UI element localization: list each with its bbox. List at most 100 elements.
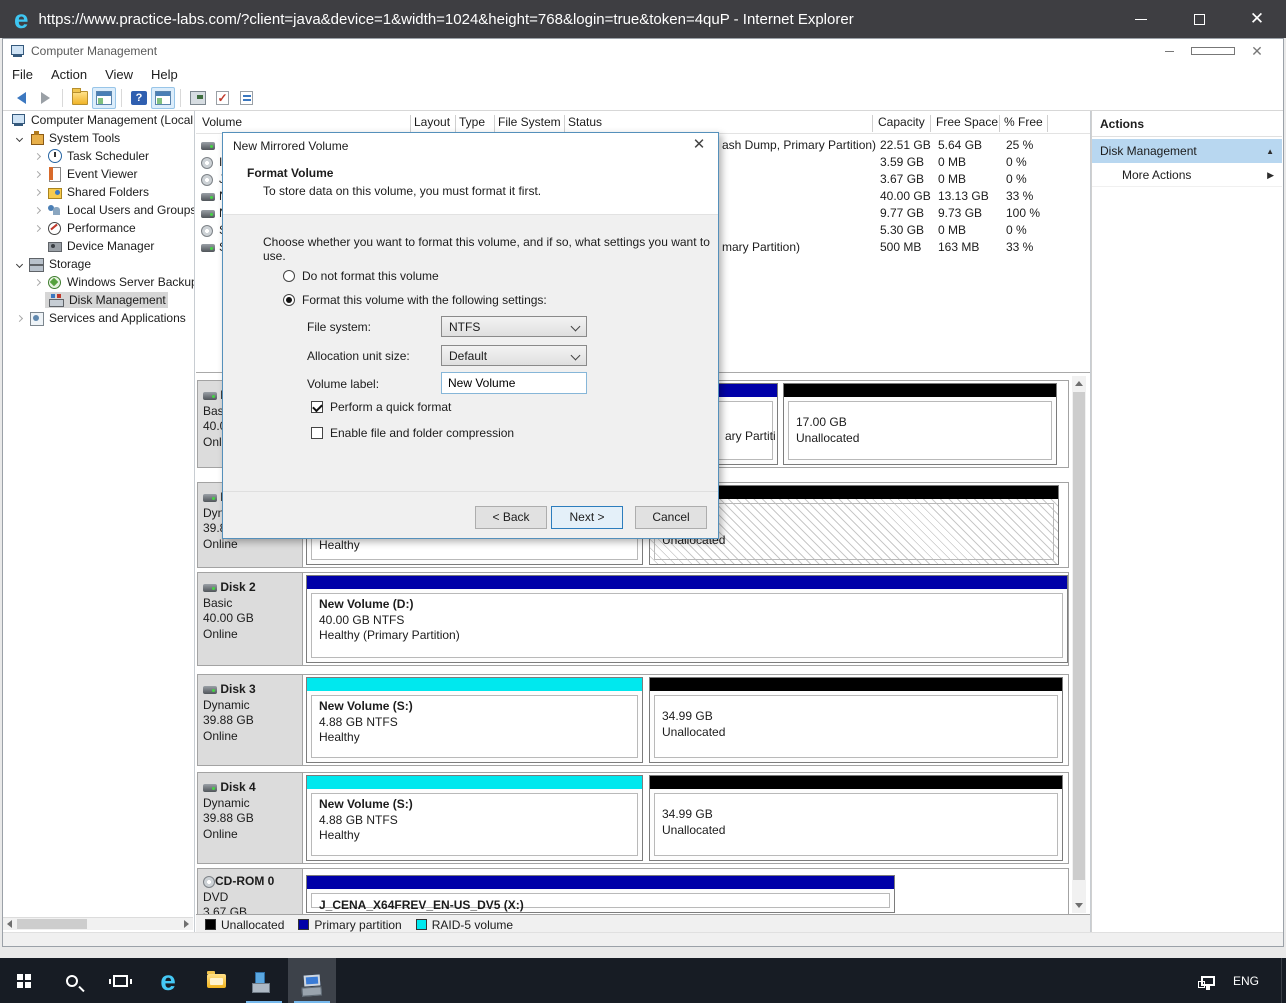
volume-block[interactable]: New Volume (S:) 4.88 GB NTFS Healthy xyxy=(306,677,643,763)
checkbox-icon[interactable] xyxy=(311,427,323,439)
console-options-icon[interactable] xyxy=(234,87,258,109)
cancel-button[interactable]: Cancel xyxy=(635,506,707,529)
show-desktop-button[interactable] xyxy=(1281,958,1286,1003)
scroll-right-icon[interactable] xyxy=(180,918,193,930)
legend-primary-partition: Primary partition xyxy=(298,918,401,932)
disk3-header[interactable]: Disk 3 Dynamic 39.88 GB Online xyxy=(198,675,303,765)
ie-close-button[interactable]: ✕ xyxy=(1228,0,1286,38)
volume-block[interactable]: New Volume (D:) 40.00 GB NTFS Healthy (P… xyxy=(306,575,1068,663)
forward-arrow-icon[interactable] xyxy=(33,87,57,109)
menu-file[interactable]: File xyxy=(3,65,42,84)
chevron-expanded-icon[interactable] xyxy=(11,136,27,141)
ie-minimize-button[interactable] xyxy=(1112,0,1170,38)
cdrom0-header[interactable]: CD-ROM 0 DVD 3.67 GB xyxy=(198,869,303,914)
file-system-select[interactable]: NTFS xyxy=(441,316,587,337)
unallocated-block[interactable]: 17.00 GB Unallocated xyxy=(783,383,1057,465)
dialog-titlebar[interactable]: New Mirrored Volume ✕ xyxy=(223,133,718,158)
ie-maximize-button[interactable] xyxy=(1170,0,1228,38)
compression-checkbox[interactable]: Enable file and folder compression xyxy=(311,426,514,440)
chevron-collapsed-icon[interactable] xyxy=(29,172,45,177)
file-explorer-icon[interactable] xyxy=(192,958,240,1003)
scroll-left-icon[interactable] xyxy=(3,918,16,930)
cm-close-button[interactable]: ✕ xyxy=(1235,39,1279,63)
chevron-collapsed-icon[interactable] xyxy=(29,208,45,213)
actions-more-actions[interactable]: More Actions ▶ xyxy=(1092,164,1282,187)
chevron-expanded-icon[interactable] xyxy=(11,262,27,267)
unallocated-block[interactable]: 34.99 GB Unallocated xyxy=(649,775,1063,861)
tree-item-system-tools[interactable]: System Tools xyxy=(3,129,194,147)
radio-icon[interactable] xyxy=(283,270,295,282)
column-free-space[interactable]: Free Space xyxy=(936,115,998,133)
next-button[interactable]: Next > xyxy=(551,506,623,529)
actions-disk-management[interactable]: Disk Management ▲ xyxy=(1092,139,1282,163)
cm-minimize-button[interactable] xyxy=(1147,39,1191,63)
network-icon[interactable] xyxy=(1201,976,1215,986)
standard-check-icon[interactable] xyxy=(210,87,234,109)
column-pct-free[interactable]: % Free xyxy=(1004,115,1043,133)
cd-volume-block[interactable]: J_CENA_X64FREV_EN-US_DV5 (X:) xyxy=(306,875,895,913)
graph-vertical-scrollbar[interactable] xyxy=(1072,376,1086,913)
column-status[interactable]: Status xyxy=(568,115,602,133)
export-icon[interactable] xyxy=(68,87,92,109)
scrollbar-thumb[interactable] xyxy=(17,919,87,929)
column-file-system[interactable]: File System xyxy=(498,115,561,133)
chevron-collapsed-icon[interactable] xyxy=(29,226,45,231)
disk4-header[interactable]: Disk 4 Dynamic 39.88 GB Online xyxy=(198,773,303,863)
allocation-unit-select[interactable]: Default xyxy=(441,345,587,366)
collapse-arrow-icon[interactable]: ▲ xyxy=(1266,147,1274,156)
column-volume[interactable]: Volume xyxy=(202,115,242,133)
language-indicator[interactable]: ENG xyxy=(1233,974,1259,988)
menu-action[interactable]: Action xyxy=(42,65,96,84)
internet-explorer-icon[interactable]: e xyxy=(144,958,192,1003)
radio-do-not-format[interactable]: Do not format this volume xyxy=(283,269,439,283)
back-button[interactable]: < Back xyxy=(475,506,547,529)
tree-horizontal-scrollbar[interactable] xyxy=(3,917,193,930)
chevron-collapsed-icon[interactable] xyxy=(29,190,45,195)
back-arrow-icon[interactable] xyxy=(9,87,33,109)
menu-help[interactable]: Help xyxy=(142,65,187,84)
tree-item-task-scheduler[interactable]: Task Scheduler xyxy=(3,147,194,165)
console-tree-icon[interactable] xyxy=(92,87,116,109)
tree-item-shared-folders[interactable]: Shared Folders xyxy=(3,183,194,201)
task-view-icon[interactable] xyxy=(96,958,144,1003)
column-layout[interactable]: Layout xyxy=(414,115,450,133)
chevron-collapsed-icon[interactable] xyxy=(29,154,45,159)
radio-format-volume[interactable]: Format this volume with the following se… xyxy=(283,293,547,307)
column-type[interactable]: Type xyxy=(459,115,485,133)
tree-item-performance[interactable]: Performance xyxy=(3,219,194,237)
dialog-close-icon[interactable]: ✕ xyxy=(688,135,710,155)
tree-item-services-and-applications[interactable]: Services and Applications xyxy=(3,309,194,327)
search-icon[interactable] xyxy=(48,958,96,1003)
scrollbar-thumb[interactable] xyxy=(1073,392,1085,880)
volume-label-input[interactable] xyxy=(441,372,587,394)
unallocated-block[interactable]: 34.99 GB Unallocated xyxy=(649,677,1063,763)
disk2-header[interactable]: Disk 2 Basic 40.00 GB Online xyxy=(198,573,303,665)
pane-divider[interactable] xyxy=(194,111,195,932)
tree-item-local-users-and-groups[interactable]: Local Users and Groups xyxy=(3,201,194,219)
tree-item-event-viewer[interactable]: Event Viewer xyxy=(3,165,194,183)
allocation-unit-label: Allocation unit size: xyxy=(307,349,410,363)
chevron-collapsed-icon[interactable] xyxy=(11,316,27,321)
checkbox-checked-icon[interactable] xyxy=(311,401,323,413)
start-button[interactable] xyxy=(0,958,48,1003)
cm-restore-button[interactable] xyxy=(1191,39,1235,63)
menu-view[interactable]: View xyxy=(96,65,142,84)
column-capacity[interactable]: Capacity xyxy=(878,115,925,133)
help-icon[interactable]: ? xyxy=(127,87,151,109)
scroll-down-icon[interactable] xyxy=(1072,898,1086,913)
cm-titlebar[interactable]: Computer Management ✕ xyxy=(3,39,1283,63)
computer-management-taskbar-icon[interactable] xyxy=(288,958,336,1003)
tree-item-device-manager[interactable]: Device Manager xyxy=(3,237,194,255)
tree-item-windows-server-backup[interactable]: Windows Server Backup xyxy=(3,273,194,291)
action-pane-icon[interactable] xyxy=(151,87,175,109)
scroll-up-icon[interactable] xyxy=(1072,376,1086,391)
popup-window-icon[interactable] xyxy=(186,87,210,109)
chevron-collapsed-icon[interactable] xyxy=(29,280,45,285)
admin-tools-icon[interactable] xyxy=(240,958,288,1003)
volume-block[interactable]: New Volume (S:) 4.88 GB NTFS Healthy xyxy=(306,775,643,861)
tree-item-computer-management[interactable]: Computer Management (Local xyxy=(3,111,194,129)
tree-item-storage[interactable]: Storage xyxy=(3,255,194,273)
tree-item-disk-management[interactable]: Disk Management xyxy=(3,291,194,309)
quick-format-checkbox[interactable]: Perform a quick format xyxy=(311,400,451,414)
radio-selected-icon[interactable] xyxy=(283,294,295,306)
